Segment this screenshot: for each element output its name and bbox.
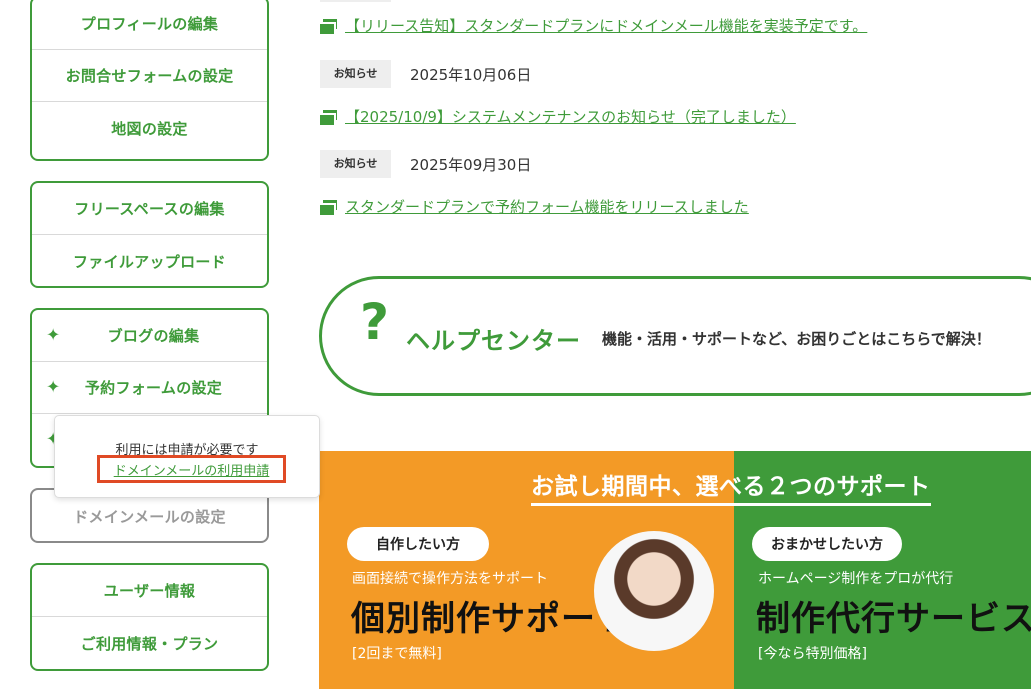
sidebar-item-profile[interactable]: プロフィールの編集 xyxy=(32,0,267,50)
news-title: スタンダードプランで予約フォーム機能をリリースしました xyxy=(345,198,749,216)
support-agency-pill: おまかせしたい方 xyxy=(752,527,902,561)
news-link[interactable]: 【リリース告知】スタンダードプランにドメインメール機能を実装予定です。 xyxy=(320,15,867,36)
domain-mail-apply-link[interactable]: ドメインメールの利用申請 xyxy=(114,460,270,479)
news-date: 2025年10月06日 xyxy=(410,65,532,84)
news-date: 2025年09月30日 xyxy=(410,155,532,174)
news-badge-top xyxy=(320,0,391,2)
support-self-sub: 画面接続で操作方法をサポート xyxy=(352,571,548,587)
support-agency-title: 制作代行サービス xyxy=(756,599,1031,639)
sidebar-item-reservation-form[interactable]: ✦ 予約フォームの設定 xyxy=(32,362,267,414)
news-meta: お知らせ 2025年09月30日 xyxy=(320,150,531,178)
sparkle-icon: ✦ xyxy=(46,377,61,398)
support-self-title: 個別制作サポート xyxy=(351,599,631,639)
news-icon xyxy=(320,200,337,215)
sidebar-item-blog[interactable]: ✦ ブログの編集 xyxy=(32,310,267,362)
news-title: 【リリース告知】スタンダードプランにドメインメール機能を実装予定です。 xyxy=(345,17,868,35)
news-title: 【2025/10/9】システムメンテナンスのお知らせ（完了しました） xyxy=(345,108,796,126)
domain-mail-tooltip: 利用には申請が必要です ドメインメールの利用申請 xyxy=(54,415,320,498)
sidebar-group-account: ユーザー情報 ご利用情報・プラン xyxy=(30,563,269,671)
sidebar-item-plan[interactable]: ご利用情報・プラン xyxy=(32,617,267,669)
news-icon xyxy=(320,19,337,34)
sidebar-group-site: プロフィールの編集 お問合せフォームの設定 地図の設定 xyxy=(30,0,269,161)
news-link[interactable]: 【2025/10/9】システムメンテナンスのお知らせ（完了しました） xyxy=(320,106,796,127)
news-meta: お知らせ 2025年10月06日 xyxy=(320,60,531,88)
sidebar-item-label: ブログの編集 xyxy=(107,327,200,345)
support-banner: 自作したい方 画面接続で操作方法をサポート 個別制作サポート [2回まで無料] … xyxy=(319,451,1031,689)
support-agency-note: [今なら特別価格] xyxy=(758,646,867,662)
help-center-banner[interactable]: ? ヘルプセンター 機能・活用・サポートなど、お困りごとはこちらで解決！ xyxy=(319,276,1031,396)
tooltip-link-highlight: ドメインメールの利用申請 xyxy=(97,455,286,483)
operator-photo xyxy=(594,531,714,651)
sidebar-item-user-info[interactable]: ユーザー情報 xyxy=(32,565,267,617)
news-icon xyxy=(320,110,337,125)
help-center-title: ヘルプセンター xyxy=(406,327,581,355)
question-icon: ? xyxy=(360,293,390,351)
help-center-description: 機能・活用・サポートなど、お困りごとはこちらで解決！ xyxy=(602,330,991,348)
sidebar-item-file-upload[interactable]: ファイルアップロード xyxy=(32,235,267,286)
sidebar-item-label: 予約フォームの設定 xyxy=(84,379,223,397)
support-self-pill: 自作したい方 xyxy=(347,527,489,561)
support-agency-sub: ホームページ制作をプロが代行 xyxy=(758,571,954,587)
sidebar-item-map[interactable]: 地図の設定 xyxy=(32,102,267,154)
support-self-note: [2回まで無料] xyxy=(352,646,442,662)
news-badge: お知らせ xyxy=(320,150,391,178)
news-badge: お知らせ xyxy=(320,60,391,88)
sidebar-item-contact-form[interactable]: お問合せフォームの設定 xyxy=(32,50,267,102)
sparkle-icon: ✦ xyxy=(46,325,61,346)
sidebar-group-content: フリースペースの編集 ファイルアップロード xyxy=(30,181,269,288)
sidebar-item-free-space[interactable]: フリースペースの編集 xyxy=(32,183,267,235)
support-heading: お試し期間中、選べる２つのサポート xyxy=(531,467,931,506)
news-link[interactable]: スタンダードプランで予約フォーム機能をリリースしました xyxy=(320,196,749,217)
